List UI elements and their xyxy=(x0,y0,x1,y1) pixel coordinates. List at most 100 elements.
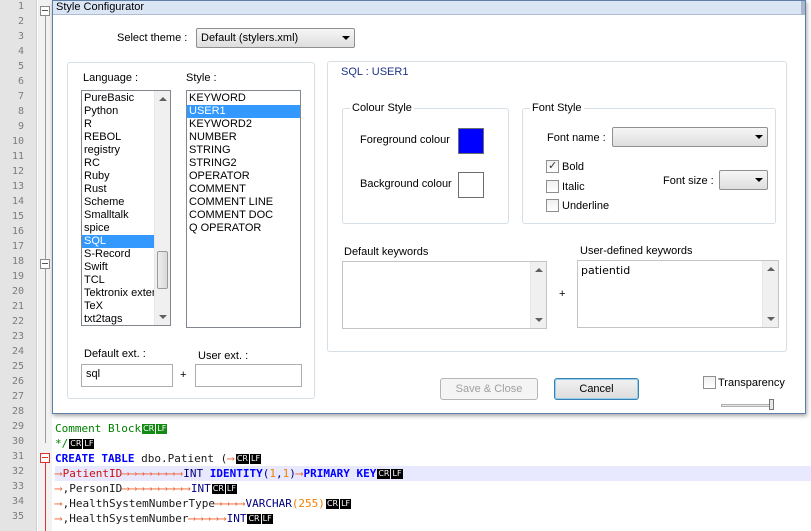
select-theme-label: Select theme : xyxy=(117,32,188,44)
lf-marker: LF xyxy=(340,499,352,509)
tab-marker: ⟶ xyxy=(160,482,168,495)
background-colour-swatch[interactable] xyxy=(458,172,484,198)
style-list[interactable]: KEYWORD USER1 KEYWORD2 NUMBER STRING STRING2 O… xyxy=(186,90,301,328)
language-list-item[interactable]: Ruby xyxy=(82,170,154,183)
code-line-32[interactable]: ⟶PatientID⟶⟶⟶⟶⟶⟶⟶⟶INT IDENTITY(1,1)⟶PRIM… xyxy=(55,466,811,481)
line-number: 34 xyxy=(11,496,24,507)
scroll-thumb[interactable] xyxy=(157,251,168,289)
language-list[interactable]: PureBasic Python R REBOL registry RC Ruby Rust S… xyxy=(81,90,171,326)
style-configurator-dialog: Style Configurator Select theme : Defaul… xyxy=(52,0,806,414)
scroll-down-icon[interactable] xyxy=(535,318,543,322)
default-keywords-box[interactable] xyxy=(342,261,547,329)
scroll-down-icon[interactable] xyxy=(159,315,167,319)
comma: , xyxy=(275,467,283,480)
user-ext-label: User ext. : xyxy=(198,350,249,362)
table-name: dbo.Patient ( xyxy=(134,452,228,465)
comment-text: Comment Block xyxy=(55,422,142,435)
font-style-group: Font Style xyxy=(522,102,776,224)
cr-marker: CR xyxy=(325,499,340,509)
language-list-item[interactable]: SQL xyxy=(82,235,154,248)
language-list-item[interactable]: TCL xyxy=(82,274,154,287)
style-list-item[interactable]: OPERATOR xyxy=(187,170,300,183)
underline-checkbox[interactable] xyxy=(546,199,559,212)
theme-select[interactable]: Default (stylers.xml) xyxy=(196,28,355,48)
style-list-item[interactable]: USER1 xyxy=(187,105,300,118)
column-name: ,HealthSystemNumber xyxy=(62,512,189,525)
fold-toggle-icon[interactable] xyxy=(40,453,50,463)
number: 1 xyxy=(269,467,276,480)
cr-marker: CR xyxy=(211,484,225,494)
language-list-item[interactable]: REBOL xyxy=(82,131,154,144)
language-list-item[interactable]: Tektronix extended HEX xyxy=(82,287,154,300)
cr-marker: CR xyxy=(235,454,249,464)
dialog-titlebar[interactable]: Style Configurator xyxy=(53,1,805,15)
cr-marker: CR xyxy=(69,439,83,449)
scroll-down-icon[interactable] xyxy=(767,317,775,321)
line-number: 9 xyxy=(17,121,24,132)
italic-checkbox[interactable] xyxy=(546,180,559,193)
code-line-29[interactable]: Comment Block CR LF xyxy=(55,421,811,436)
language-list-item[interactable]: RC xyxy=(82,157,154,170)
bold-checkbox[interactable] xyxy=(546,159,559,173)
foreground-colour-label: Foreground colour xyxy=(360,134,450,146)
language-list-item[interactable]: PureBasic xyxy=(82,92,154,105)
scroll-up-icon[interactable] xyxy=(159,97,167,101)
tab-marker: ⟶ xyxy=(218,512,227,525)
transparency-checkbox[interactable] xyxy=(703,376,716,389)
code-line-35[interactable]: ⟶,HealthSystemNumber⟶⟶⟶⟶⟶INT CR LF xyxy=(55,511,811,526)
code-line-31[interactable]: CREATE TABLE dbo.Patient (⟶ CR LF xyxy=(55,451,811,466)
transparency-slider-thumb[interactable] xyxy=(769,399,774,410)
line-number: 21 xyxy=(11,301,24,312)
scroll-up-icon[interactable] xyxy=(767,267,775,271)
style-list-item[interactable]: COMMENT LINE xyxy=(187,196,300,209)
style-list-item[interactable]: COMMENT DOC xyxy=(187,209,300,222)
style-list-item[interactable]: STRING xyxy=(187,144,300,157)
transparency-slider[interactable] xyxy=(721,404,773,407)
code-line-34[interactable]: ⟶,HealthSystemNumberType⟶⟶⟶⟶VARCHAR(255)… xyxy=(55,496,811,511)
font-size-label: Font size : xyxy=(663,175,714,187)
language-list-item[interactable]: registry xyxy=(82,144,154,157)
language-list-item[interactable]: R xyxy=(82,118,154,131)
fold-toggle-icon[interactable] xyxy=(40,6,50,16)
user-ext-field[interactable] xyxy=(195,364,302,387)
style-list-item[interactable]: NUMBER xyxy=(187,131,300,144)
language-list-item[interactable]: Python xyxy=(82,105,154,118)
line-number: 24 xyxy=(11,346,24,357)
style-list-item[interactable]: STRING2 xyxy=(187,157,300,170)
line-number: 32 xyxy=(11,466,24,477)
foreground-colour-swatch[interactable] xyxy=(458,128,484,154)
scroll-up-icon[interactable] xyxy=(535,268,543,272)
cancel-button[interactable]: Cancel xyxy=(554,378,639,400)
background-colour-label: Background colour xyxy=(360,178,452,190)
tab-marker: ⟶ xyxy=(55,482,63,495)
save-close-button[interactable]: Save & Close xyxy=(440,378,538,400)
cr-marker: CR xyxy=(247,514,261,524)
language-list-item[interactable]: Scheme xyxy=(82,196,154,209)
language-list-item[interactable]: TeX xyxy=(82,300,154,313)
code-line-30[interactable]: */CR LF xyxy=(55,436,811,451)
font-name-select[interactable] xyxy=(612,127,768,147)
language-list-scrollbar[interactable] xyxy=(154,91,170,325)
comment-close: */ xyxy=(55,437,69,450)
user-keywords-scrollbar[interactable] xyxy=(762,261,778,327)
style-list-item[interactable]: KEYWORD2 xyxy=(187,118,300,131)
default-ext-field[interactable]: sql xyxy=(81,364,173,387)
theme-select-value: Default (stylers.xml) xyxy=(201,32,299,44)
default-keywords-scrollbar[interactable] xyxy=(530,262,546,328)
font-size-select[interactable] xyxy=(719,170,768,190)
code-line-33[interactable]: ⟶,PersonID⟶⟶⟶⟶⟶⟶⟶⟶⟶INT CR LF xyxy=(55,481,811,496)
language-list-item[interactable]: S-Record xyxy=(82,248,154,261)
language-list-item[interactable]: Swift xyxy=(82,261,154,274)
style-list-item[interactable]: Q OPERATOR xyxy=(187,222,300,235)
language-label: Language : xyxy=(83,72,139,84)
style-list-item[interactable]: COMMENT xyxy=(187,183,300,196)
language-list-item[interactable]: Smalltalk xyxy=(82,209,154,222)
fold-toggle-icon[interactable] xyxy=(40,259,50,269)
tab-marker: ⟶ xyxy=(160,467,168,480)
user-keywords-box[interactable]: patientid xyxy=(577,260,779,328)
style-list-item[interactable]: KEYWORD xyxy=(187,92,300,105)
transparency-label: Transparency xyxy=(718,377,785,389)
language-list-item[interactable]: spice xyxy=(82,222,154,235)
language-list-item[interactable]: txt2tags xyxy=(82,313,154,325)
language-list-item[interactable]: Rust xyxy=(82,183,154,196)
